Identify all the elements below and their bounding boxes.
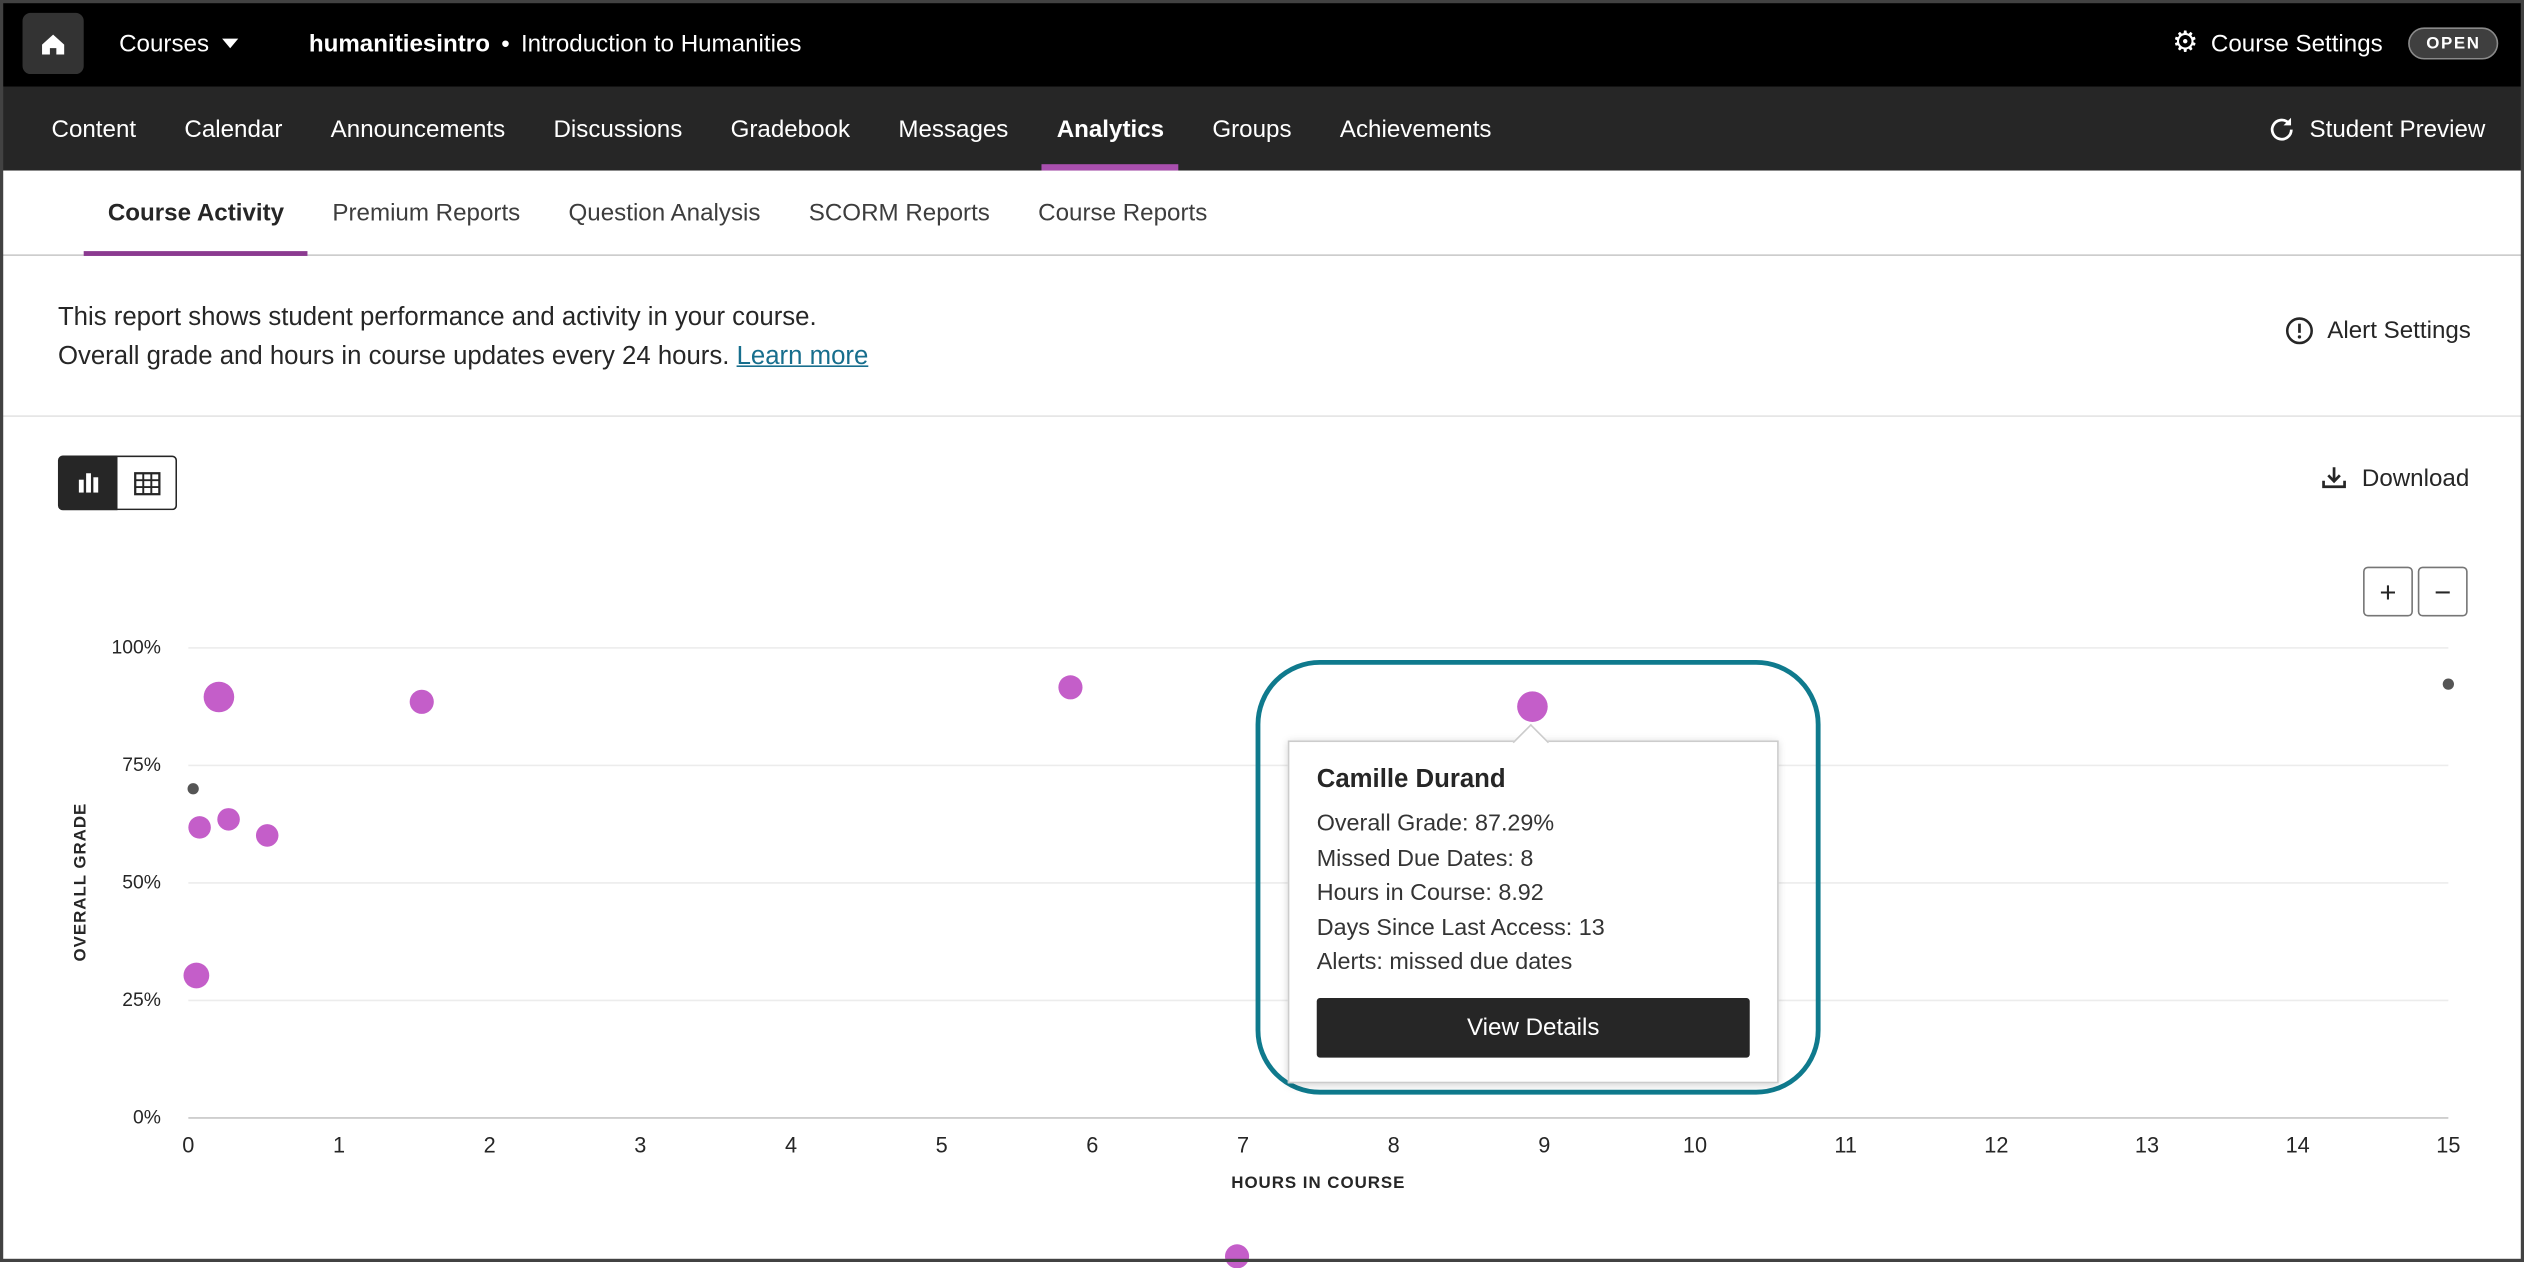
x-axis-tick-label: 13 [2135, 1133, 2159, 1157]
x-axis-tick-label: 3 [634, 1133, 646, 1157]
scatter-point[interactable] [189, 817, 212, 840]
scatter-chart: OVERALL GRADE HOURS IN COURSE 0%25%50%75… [0, 0, 2524, 1262]
y-axis-tick-label: 100% [87, 636, 161, 659]
x-axis-tick-label: 4 [785, 1133, 797, 1157]
student-tooltip: Camille Durand Overall Grade: 87.29%Miss… [1288, 740, 1779, 1082]
x-axis-tick-label: 6 [1086, 1133, 1098, 1157]
tooltip-detail-line: Days Since Last Access: 13 [1317, 912, 1750, 947]
x-axis-tick-label: 5 [936, 1133, 948, 1157]
x-axis-tick-label: 8 [1388, 1133, 1400, 1157]
gridline [188, 647, 2448, 649]
x-axis-tick-label: 14 [2286, 1133, 2310, 1157]
y-axis-tick-label: 50% [87, 871, 161, 894]
x-axis-tick-label: 1 [333, 1133, 345, 1157]
y-axis-tick-label: 75% [87, 753, 161, 776]
scatter-point-highlighted[interactable] [1517, 692, 1548, 723]
x-axis-tick-label: 7 [1237, 1133, 1249, 1157]
x-axis-tick-label: 0 [182, 1133, 194, 1157]
scatter-point[interactable] [203, 681, 234, 712]
tooltip-detail-line: Missed Due Dates: 8 [1317, 843, 1750, 878]
tooltip-lines: Overall Grade: 87.29%Missed Due Dates: 8… [1289, 808, 1777, 981]
scatter-point[interactable] [218, 807, 241, 830]
x-axis-label: HOURS IN COURSE [1231, 1173, 1405, 1192]
scatter-point[interactable] [2443, 679, 2454, 690]
scatter-point[interactable] [410, 689, 434, 713]
scatter-point[interactable] [183, 963, 209, 989]
scatter-point[interactable] [255, 824, 278, 847]
tooltip-student-name: Camille Durand [1317, 766, 1750, 795]
view-details-button[interactable]: View Details [1317, 997, 1750, 1057]
tooltip-detail-line: Overall Grade: 87.29% [1317, 808, 1750, 843]
x-axis-tick-label: 2 [484, 1133, 496, 1157]
tooltip-detail-line: Hours in Course: 8.92 [1317, 877, 1750, 912]
scatter-point[interactable] [187, 782, 198, 793]
x-axis-tick-label: 12 [1984, 1133, 2008, 1157]
y-axis-tick-label: 0% [87, 1106, 161, 1129]
partial-scatter-point[interactable] [1225, 1244, 1249, 1268]
x-axis-tick-label: 10 [1683, 1133, 1707, 1157]
x-axis-tick-label: 11 [1834, 1133, 1857, 1157]
gridline [188, 1117, 2448, 1119]
app-window: Courses humanitiesintro • Introduction t… [0, 0, 2524, 1262]
tooltip-detail-line: Alerts: missed due dates [1317, 947, 1750, 982]
scatter-point[interactable] [1059, 675, 1083, 699]
y-axis-tick-label: 25% [87, 988, 161, 1011]
x-axis-tick-label: 15 [2436, 1133, 2460, 1157]
x-axis-tick-label: 9 [1538, 1133, 1550, 1157]
